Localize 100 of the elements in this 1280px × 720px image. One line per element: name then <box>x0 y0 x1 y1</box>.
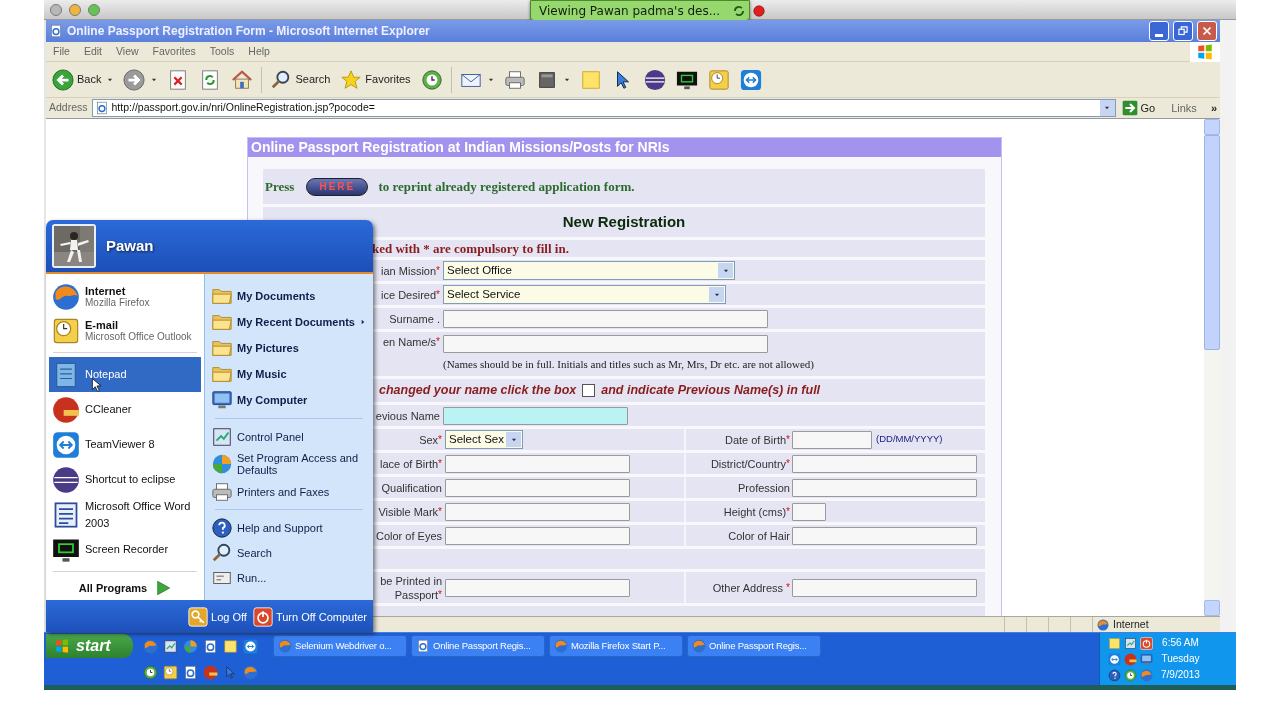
taskbar-button[interactable]: Online Passport Regis... <box>687 635 821 657</box>
select-field[interactable]: Select Office <box>443 261 735 280</box>
arrow-icon <box>155 580 172 596</box>
restore-icon <box>1176 24 1190 38</box>
close-button[interactable] <box>50 3 62 16</box>
more-button[interactable]: » <box>1210 99 1217 117</box>
menu-item[interactable]: My Recent Documents <box>209 309 369 335</box>
all-programs-button[interactable]: All Programs <box>49 576 201 600</box>
menu-item[interactable]: Help and Support <box>209 515 369 540</box>
app-icon[interactable] <box>183 664 198 680</box>
menu-item[interactable]: E-mail Microsoft Office Outlook <box>49 314 201 348</box>
menu-item[interactable]: My Pictures <box>209 335 369 361</box>
field-label: Date of Birth* <box>724 432 790 447</box>
text-field[interactable] <box>792 430 872 449</box>
url-text: http://passport.gov.in/nri/OnlineRegistration.jsp?pocode= <box>111 100 376 116</box>
search-button[interactable]: Search <box>268 65 333 94</box>
app-icon[interactable] <box>223 638 238 654</box>
menu-item[interactable]: Help <box>241 43 277 60</box>
menu-item[interactable]: My Documents <box>209 283 369 309</box>
app-icon[interactable] <box>203 638 218 654</box>
history-icon <box>420 68 443 91</box>
menu-item[interactable]: Notepad <box>49 357 201 392</box>
instruction-text: changed your name click the box <box>379 382 577 400</box>
taskbar-button[interactable]: Online Passport Regis... <box>411 635 545 657</box>
menu-item[interactable]: View <box>109 43 146 60</box>
menu-item[interactable]: CCleaner <box>49 392 201 427</box>
text-field[interactable] <box>445 454 630 473</box>
field-label: Surname . <box>389 311 440 326</box>
refresh-icon[interactable] <box>732 3 747 18</box>
field-label: Visible Mark* <box>378 504 442 519</box>
select-field[interactable]: Select Sex <box>445 430 523 449</box>
text-field[interactable] <box>792 502 826 521</box>
menu-item[interactable]: Printers and Faxes <box>209 479 369 504</box>
text-field[interactable] <box>443 335 768 353</box>
menu-item[interactable]: Edit <box>76 43 109 60</box>
text-field[interactable] <box>445 526 630 545</box>
taskbar-button[interactable]: Selenium Webdriver o... <box>273 635 407 657</box>
globe-icon <box>554 639 568 653</box>
scrollbar-thumb[interactable] <box>1204 135 1220 350</box>
tray-icon[interactable] <box>1124 636 1137 650</box>
zoom-button[interactable] <box>88 3 100 16</box>
address-field[interactable]: http://passport.gov.in/nri/OnlineRegistration.jsp?pocode= <box>91 99 1116 117</box>
menu-item[interactable]: Microsoft Office Word 2003 <box>49 497 201 532</box>
menu-item[interactable]: Screen Recorder <box>49 532 201 567</box>
app-icon[interactable] <box>203 664 218 680</box>
menu-item[interactable]: Tools <box>202 43 242 60</box>
minimize-button[interactable] <box>69 3 81 16</box>
menu-item[interactable]: Internet Mozilla Firefox <box>49 280 201 314</box>
menu-item[interactable]: Shortcut to eclipse <box>49 462 201 497</box>
clock-date: 7/9/2013 <box>1161 668 1200 682</box>
text-field[interactable] <box>445 502 630 521</box>
tray-icon[interactable] <box>1124 668 1137 682</box>
app-icon[interactable] <box>183 638 198 654</box>
checkbox[interactable] <box>582 384 596 397</box>
menu-item[interactable]: My Computer <box>209 387 369 413</box>
app-icon[interactable] <box>163 638 178 654</box>
text-field[interactable] <box>792 526 977 545</box>
menu-item[interactable]: Search <box>209 540 369 565</box>
app-icon[interactable] <box>163 664 178 680</box>
log-off-button[interactable]: Log Off <box>188 607 247 627</box>
menu-item[interactable]: Favorites <box>145 43 203 60</box>
instruction-text: and indicate Previous Name(s) in full <box>601 382 821 400</box>
help-icon <box>211 516 233 539</box>
text-field[interactable] <box>792 454 977 473</box>
field-label: Other Address * <box>712 580 790 595</box>
tray-icon[interactable] <box>1140 652 1153 666</box>
window-title: Online Passport Registration Form - Microsoft Internet Explorer <box>67 23 430 40</box>
tray-icon[interactable] <box>1108 668 1121 682</box>
select-field[interactable]: Select Service <box>443 285 726 304</box>
menu-item[interactable]: My Music <box>209 361 369 387</box>
app-icon[interactable] <box>243 638 258 654</box>
go-button[interactable]: Go <box>1119 99 1158 117</box>
menu-item[interactable]: File <box>46 43 77 60</box>
start-button[interactable]: start <box>46 634 133 658</box>
app-icon[interactable] <box>223 664 238 680</box>
stop-icon[interactable] <box>752 3 767 18</box>
app-icon[interactable] <box>143 664 158 680</box>
text-field[interactable] <box>792 478 977 497</box>
back-button[interactable]: Back <box>50 65 104 94</box>
text-field[interactable] <box>445 578 630 597</box>
page-icon <box>94 101 109 115</box>
turn-off-button[interactable]: Turn Off Computer <box>252 607 367 627</box>
tray-icon[interactable] <box>1108 652 1121 666</box>
text-field[interactable] <box>443 309 768 328</box>
tray-icon[interactable] <box>1124 652 1137 666</box>
text-field[interactable] <box>792 578 977 597</box>
monitor-icon <box>211 389 233 411</box>
menu-item[interactable]: Run... <box>209 565 369 590</box>
text-field[interactable] <box>445 478 630 497</box>
restore-button[interactable] <box>1173 21 1193 41</box>
favorites-button[interactable]: Favorites <box>338 65 413 94</box>
menu-item[interactable]: Set Program Access and Defaults <box>209 449 369 479</box>
sphere-icon <box>52 465 80 494</box>
menu-item[interactable]: TeamViewer 8 <box>49 427 201 462</box>
tray-icon[interactable] <box>1108 636 1121 650</box>
dropdown-button[interactable] <box>1099 100 1115 116</box>
links-label[interactable]: Links <box>1171 99 1197 117</box>
taskbar-button[interactable]: Mozilla Firefox Start P... <box>549 635 683 657</box>
text-field[interactable] <box>443 406 628 425</box>
menu-item[interactable]: Control Panel <box>209 424 369 449</box>
